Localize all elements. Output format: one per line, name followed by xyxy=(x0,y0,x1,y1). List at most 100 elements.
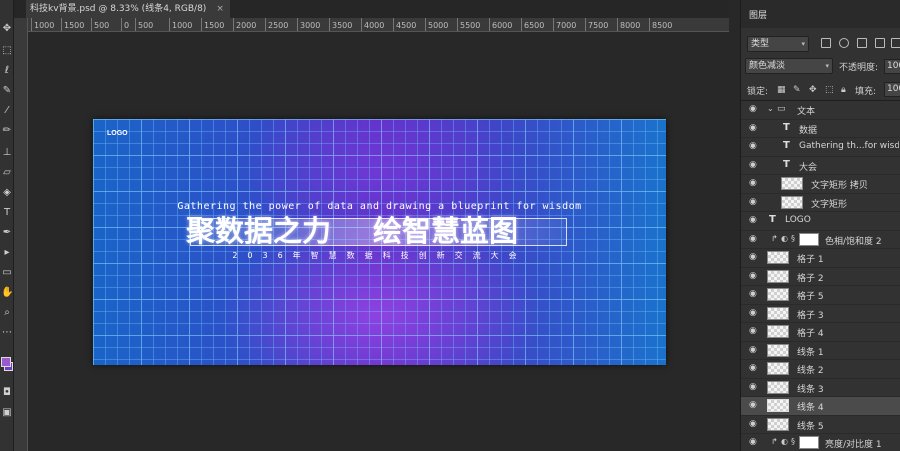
artboard-subtitle-cn: 2036年智慧数据科技创新交流大会 xyxy=(232,251,527,260)
fill-input[interactable]: 100 xyxy=(884,82,900,97)
ruler-tick: 5000 xyxy=(424,18,449,31)
layer-thumbnail xyxy=(767,288,789,301)
eye-icon[interactable]: ◉ xyxy=(749,123,760,134)
eye-icon[interactable]: ◉ xyxy=(749,178,760,189)
text-tool-icon[interactable]: T xyxy=(1,206,13,220)
artboard-subtitle-en: Gathering the power of data and drawing … xyxy=(177,201,582,212)
screen-mode-icon[interactable]: ▣ xyxy=(1,406,13,420)
blend-mode-select[interactable]: 颜色减淡 ▾ xyxy=(745,58,833,74)
eye-icon[interactable]: ◉ xyxy=(749,363,760,374)
layer-row[interactable]: ◉ 格子 5 xyxy=(741,286,900,305)
layer-row[interactable]: ◉ 文字矩形 xyxy=(741,194,900,212)
eye-icon[interactable]: ◉ xyxy=(749,419,760,430)
quick-mask-icon[interactable]: ◘ xyxy=(1,386,13,400)
type-filter-icon[interactable] xyxy=(857,38,867,48)
eye-icon[interactable]: ◉ xyxy=(749,104,760,115)
eye-icon[interactable]: ◉ xyxy=(749,160,760,171)
layer-row[interactable]: ◉ 文字矩形 拷贝 xyxy=(741,175,900,194)
quick-select-tool-icon[interactable]: ✎ xyxy=(1,84,13,98)
lock-all-icon[interactable]: 🔒︎ xyxy=(841,85,851,95)
ruler-tick: 5500 xyxy=(456,18,481,31)
paint-bucket-tool-icon[interactable]: ◈ xyxy=(1,186,13,200)
more-tools-icon[interactable]: ⋯ xyxy=(1,326,13,340)
layer-row[interactable]: ◉ 线条 3 xyxy=(741,379,900,397)
ruler-tick: 1000 xyxy=(168,18,193,31)
layer-row[interactable]: ◉ 线条 2 xyxy=(741,360,900,379)
layer-row[interactable]: ◉ T 数据 xyxy=(741,120,900,138)
ruler-tick: 1500 xyxy=(60,18,85,31)
layer-name: 数据 xyxy=(799,125,818,136)
lock-artboard-icon[interactable]: ⬚ xyxy=(825,85,835,95)
ruler-tick: 2000 xyxy=(232,18,257,31)
hand-tool-icon[interactable]: ✋ xyxy=(1,286,13,300)
eye-icon[interactable]: ◉ xyxy=(749,252,760,263)
layer-row[interactable]: ◉ ↱ ◐ § 亮度/对比度 1 xyxy=(741,434,900,451)
layer-name: 大会 xyxy=(799,162,818,173)
stamp-tool-icon[interactable]: ⊥ xyxy=(1,146,13,160)
ruler-tick: 500 xyxy=(134,18,154,31)
eye-icon[interactable]: ◉ xyxy=(749,345,760,356)
brush-tool-icon[interactable]: ✏ xyxy=(1,124,13,138)
mask-thumbnail xyxy=(799,436,819,449)
close-icon[interactable]: × xyxy=(216,4,224,14)
layer-row[interactable]: ◉ 格子 1 xyxy=(741,249,900,268)
layer-name: Gathering th...for wisdom. xyxy=(799,141,899,151)
ruler-tick: 4000 xyxy=(360,18,385,31)
artboard-logo: LOGO xyxy=(107,130,128,137)
ruler-tick: 8500 xyxy=(648,18,673,31)
text-layer-icon: T xyxy=(783,121,790,133)
layer-thumbnail xyxy=(767,343,789,357)
layer-thumbnail xyxy=(767,417,789,431)
layer-row[interactable]: ◉ ↱ ◐ § 色相/饱和度 2 xyxy=(741,231,900,249)
foreground-color-swatch[interactable] xyxy=(1,357,11,367)
eye-icon[interactable]: ◉ xyxy=(749,215,760,226)
eye-icon[interactable]: ◉ xyxy=(749,382,760,393)
eyedropper-tool-icon[interactable]: ⁄ xyxy=(1,104,13,118)
opacity-input[interactable]: 100 xyxy=(884,59,900,74)
smart-object-filter-icon[interactable] xyxy=(891,38,900,48)
lock-move-icon[interactable]: ✥ xyxy=(809,85,819,95)
lock-paint-icon[interactable]: ✎ xyxy=(793,85,803,95)
image-filter-icon[interactable] xyxy=(821,38,831,48)
chevron-down-icon[interactable]: ⌄ xyxy=(767,104,774,113)
layer-thumbnail xyxy=(767,362,789,375)
eye-icon[interactable]: ◉ xyxy=(749,141,760,152)
shape-filter-icon[interactable] xyxy=(875,38,885,48)
document-tab[interactable]: 科技kv背景.psd @ 8.33% (线条4, RGB/8) × xyxy=(26,0,230,18)
artboard-image[interactable]: LOGO Gathering the power of data and dra… xyxy=(93,119,666,365)
eye-icon[interactable]: ◉ xyxy=(749,197,760,208)
layer-row[interactable]: ◉ 格子 2 xyxy=(741,268,900,286)
layer-list: ◉ ⌄ ▭ 文本 ◉ T 数据 ◉ T Gathering th...for w… xyxy=(741,100,900,451)
move-tool-icon[interactable]: ✥ xyxy=(1,22,13,36)
zoom-tool-icon[interactable]: ⌕ xyxy=(1,306,13,320)
lasso-tool-icon[interactable]: ℓ xyxy=(1,64,13,78)
eye-icon[interactable]: ◉ xyxy=(749,400,760,411)
layer-row-selected[interactable]: ◉ 线条 4 xyxy=(741,397,900,416)
filter-kind-select[interactable]: 类型 ▾ xyxy=(747,36,809,52)
ruler-tick: 1500 xyxy=(200,18,225,31)
eye-icon[interactable]: ◉ xyxy=(749,326,760,337)
shape-tool-icon[interactable]: ▭ xyxy=(1,266,13,280)
lock-transparent-icon[interactable]: ▦ xyxy=(777,85,787,95)
adjustment-filter-icon[interactable] xyxy=(839,38,849,48)
layer-row[interactable]: ◉ T 大会 xyxy=(741,157,900,175)
layer-row[interactable]: ◉ 格子 3 xyxy=(741,305,900,323)
layer-row[interactable]: ◉ 线条 5 xyxy=(741,416,900,434)
eye-icon[interactable]: ◉ xyxy=(749,234,760,245)
tab-layers[interactable]: 图层 xyxy=(749,8,767,21)
marquee-tool-icon[interactable]: ⬚ xyxy=(1,44,13,58)
eye-icon[interactable]: ◉ xyxy=(749,289,760,300)
eraser-tool-icon[interactable]: ▱ xyxy=(1,166,13,180)
pen-tool-icon[interactable]: ✒ xyxy=(1,226,13,240)
layer-row[interactable]: ◉ T LOGO xyxy=(741,212,900,231)
layer-row[interactable]: ◉ 格子 4 xyxy=(741,323,900,342)
layer-row[interactable]: ◉ 线条 1 xyxy=(741,342,900,360)
layer-row[interactable]: ◉ T Gathering th...for wisdom. xyxy=(741,138,900,157)
eye-icon[interactable]: ◉ xyxy=(749,308,760,319)
artboard-title: 聚数据之力 绘智慧蓝图 xyxy=(186,215,566,247)
path-select-tool-icon[interactable]: ▸ xyxy=(1,246,13,260)
eye-icon[interactable]: ◉ xyxy=(749,271,760,282)
eye-icon[interactable]: ◉ xyxy=(749,437,760,448)
ruler-tick: 6500 xyxy=(520,18,545,31)
layer-row[interactable]: ◉ ⌄ ▭ 文本 xyxy=(741,101,900,120)
